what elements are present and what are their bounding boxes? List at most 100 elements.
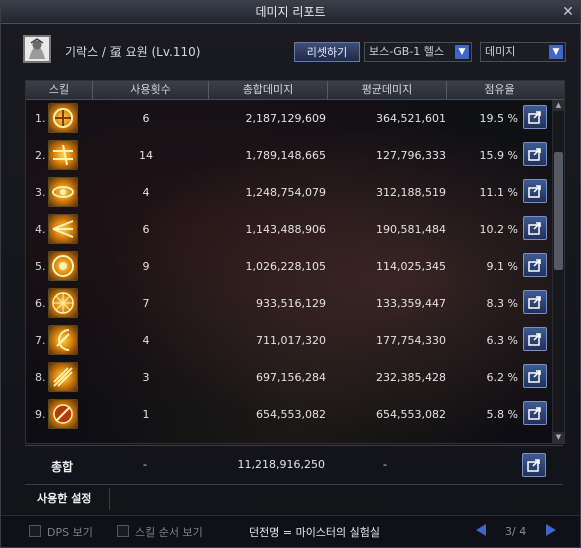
avg-damage-cell: 232,385,428 [376,371,446,384]
share-icon[interactable] [523,327,547,351]
share-icon[interactable] [523,401,547,425]
page-indicator: 3/ 4 [505,525,527,538]
skill-icon [48,103,78,133]
scrollbar[interactable]: ▲ ▼ [552,100,564,443]
share-icon[interactable] [523,216,547,240]
share-icon[interactable] [523,179,547,203]
share-icon[interactable] [523,105,547,129]
uses-cell: 6 [142,223,150,236]
summary-total: 11,218,916,250 [237,458,325,471]
skill-icon [48,362,78,392]
table-header: 스킬 사용횟수 총합데미지 평균데미지 점유율 [26,81,564,100]
uses-cell: 1 [142,408,150,421]
table-row: 9. 1 654,553,082 654,553,082 5.8 % [26,396,550,433]
total-damage-cell: 1,143,488,906 [245,223,326,236]
row-index: 2. [35,149,46,162]
uses-cell: 6 [142,112,150,125]
avg-damage-cell: 133,359,447 [376,297,446,310]
total-damage-cell: 711,017,320 [256,334,326,347]
avg-damage-cell: 177,754,330 [376,334,446,347]
avg-damage-cell: 312,188,519 [376,186,446,199]
col-share: 점유율 [484,83,515,96]
skill-order-checkbox[interactable] [117,525,129,537]
share-cell: 10.2 % [479,223,518,236]
table-row: 3. 4 1,248,754,079 312,188,519 11.1 % [26,174,550,211]
row-index: 6. [35,297,46,310]
avg-damage-cell: 364,521,601 [376,112,446,125]
skill-icon [48,325,78,355]
share-icon[interactable] [523,253,547,277]
avg-damage-cell: 190,581,484 [376,223,446,236]
uses-cell: 4 [142,334,150,347]
share-cell: 9.1 % [486,260,518,273]
damage-report-window: 데미지 리포트 ✕ 기락스 / 虿 요원 (Lv.110) 리셋하기 보스-GB… [0,0,581,548]
prev-page-icon[interactable] [475,523,487,537]
share-cell: 6.2 % [486,371,518,384]
share-cell: 6.3 % [486,334,518,347]
chevron-down-icon: ▼ [455,45,469,59]
table-row: 8. 3 697,156,284 232,385,428 6.2 % [26,359,550,396]
share-cell: 5.8 % [486,408,518,421]
boss-select-value: 보스-GB-1 헬스 [369,45,444,58]
avg-damage-cell: 654,553,082 [376,408,446,421]
share-icon[interactable] [523,364,547,388]
scroll-thumb[interactable] [554,152,563,270]
skill-table: 스킬 사용횟수 총합데미지 평균데미지 점유율 1. 6 2,187,129,6… [25,80,565,444]
avg-damage-cell: 114,025,345 [376,260,446,273]
table-row: 1. 6 2,187,129,609 364,521,601 19.5 % [26,100,550,137]
row-index: 5. [35,260,46,273]
report-header: 기락스 / 虿 요원 (Lv.110) 리셋하기 보스-GB-1 헬스 ▼ 데미… [9,33,572,73]
skill-order-label: 스킬 순서 보기 [135,526,203,539]
summary-avg: - [383,458,387,471]
dps-checkbox[interactable] [29,525,41,537]
row-index: 3. [35,186,46,199]
table-row: 5. 9 1,026,228,105 114,025,345 9.1 % [26,248,550,285]
character-name: 기락스 / 虿 요원 (Lv.110) [65,45,201,59]
row-index: 9. [35,408,46,421]
row-index: 7. [35,334,46,347]
avg-damage-cell: 127,796,333 [376,149,446,162]
skill-icon [48,251,78,281]
used-settings-tab[interactable]: 사용한 설정 [25,488,110,510]
total-damage-cell: 1,248,754,079 [245,186,326,199]
uses-cell: 4 [142,186,150,199]
table-row: 2. 14 1,789,148,665 127,796,333 15.9 % [26,137,550,174]
avatar [23,35,51,63]
share-icon[interactable] [523,142,547,166]
scroll-down-icon[interactable]: ▼ [553,432,564,443]
col-skill: 스킬 [48,83,70,96]
total-damage-cell: 654,553,082 [256,408,326,421]
col-uses: 사용횟수 [130,83,171,96]
type-select[interactable]: 데미지 ▼ [480,42,566,62]
chevron-down-icon: ▼ [549,45,563,59]
row-index: 4. [35,223,46,236]
total-damage-cell: 933,516,129 [256,297,326,310]
title-bar[interactable]: 데미지 리포트 ✕ [1,1,580,24]
share-icon[interactable] [523,290,547,314]
summary-label: 총합 [51,460,74,474]
total-damage-cell: 697,156,284 [256,371,326,384]
total-damage-cell: 1,026,228,105 [245,260,326,273]
dungeon-name: 던전명 = 마이스터의 실험실 [249,526,381,539]
reset-button[interactable]: 리셋하기 [294,42,360,62]
row-index: 1. [35,112,46,125]
close-icon[interactable]: ✕ [560,4,576,20]
summary-row: 총합 - 11,218,916,250 - [25,445,563,485]
skill-icon [48,288,78,318]
next-page-icon[interactable] [545,523,557,537]
boss-select[interactable]: 보스-GB-1 헬스 ▼ [364,42,472,62]
total-damage-cell: 1,789,148,665 [245,149,326,162]
dps-label: DPS 보기 [47,526,93,539]
table-row: 4. 6 1,143,488,906 190,581,484 10.2 % [26,211,550,248]
col-avg: 평균데미지 [361,83,413,96]
share-icon[interactable] [522,453,546,477]
share-cell: 8.3 % [486,297,518,310]
skill-icon [48,177,78,207]
summary-uses: - [143,458,147,471]
skill-icon [48,140,78,170]
share-cell: 11.1 % [479,186,518,199]
bottom-bar: DPS 보기 스킬 순서 보기 던전명 = 마이스터의 실험실 3/ 4 [1,515,580,546]
scroll-up-icon[interactable]: ▲ [553,100,564,111]
uses-cell: 9 [142,260,150,273]
share-cell: 19.5 % [479,112,518,125]
